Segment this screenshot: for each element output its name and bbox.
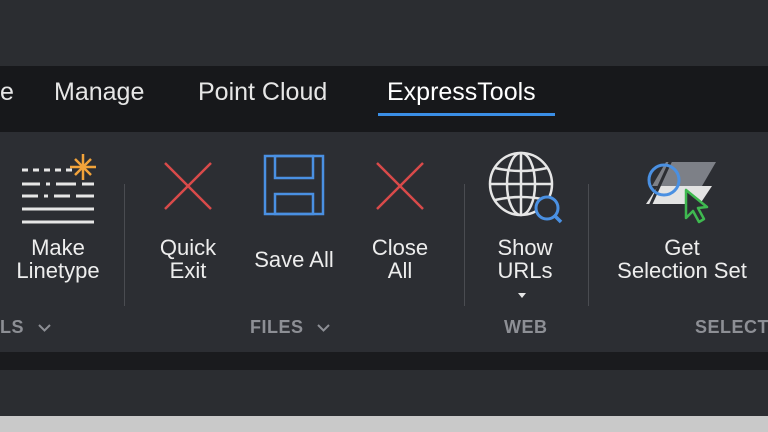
tab-expresstools[interactable]: ExpressTools	[387, 66, 536, 132]
close-all-button[interactable]: Close All	[360, 148, 440, 288]
show-urls-label: Show URLs	[497, 235, 553, 283]
panel-separator	[588, 184, 589, 306]
drawing-area[interactable]	[0, 370, 768, 416]
panel-label-select: SELECT	[695, 317, 768, 337]
title-area	[0, 0, 768, 66]
panel-label-tools-text: LS	[0, 317, 25, 337]
save-all-label: Save All	[254, 247, 334, 272]
make-linetype-label: Make Linetype	[16, 235, 100, 283]
selection-set-icon	[646, 157, 716, 224]
save-disk-icon	[263, 154, 325, 216]
chevron-down-icon	[317, 324, 330, 333]
ribbon-bottom-edge	[0, 352, 768, 370]
show-urls-dropdown-arrow[interactable]	[518, 293, 526, 298]
panel-label-files[interactable]: FILES	[250, 317, 330, 338]
panel-separator	[124, 184, 125, 306]
close-all-label: Close All	[371, 235, 429, 283]
tab-point-cloud[interactable]: Point Cloud	[198, 66, 327, 132]
quick-exit-button[interactable]: Quick Exit	[148, 148, 228, 288]
save-all-button[interactable]: Save All	[246, 148, 342, 288]
chevron-down-icon	[37, 324, 51, 333]
linetype-icon	[22, 154, 96, 224]
show-urls-button[interactable]: Show URLs	[482, 148, 568, 304]
panel-label-files-text: FILES	[250, 317, 304, 337]
quick-exit-label: Quick Exit	[159, 235, 217, 283]
make-linetype-button[interactable]: Make Linetype	[4, 148, 112, 288]
status-bar	[0, 416, 768, 432]
get-selection-set-label: Get Selection Set	[617, 235, 747, 283]
active-tab-indicator	[378, 113, 555, 116]
panel-separator	[464, 184, 465, 306]
tab-partial[interactable]: e	[0, 66, 14, 132]
close-x-icon	[164, 162, 212, 210]
panel-label-tools[interactable]: LS	[0, 317, 51, 338]
close-x-icon	[376, 162, 424, 210]
ribbon-tab-bar: e Manage Point Cloud ExpressTools	[0, 66, 768, 132]
globe-search-icon	[488, 151, 563, 224]
panel-label-web: WEB	[504, 317, 548, 337]
get-selection-set-button[interactable]: Get Selection Set	[600, 148, 764, 288]
tab-manage[interactable]: Manage	[54, 66, 144, 132]
